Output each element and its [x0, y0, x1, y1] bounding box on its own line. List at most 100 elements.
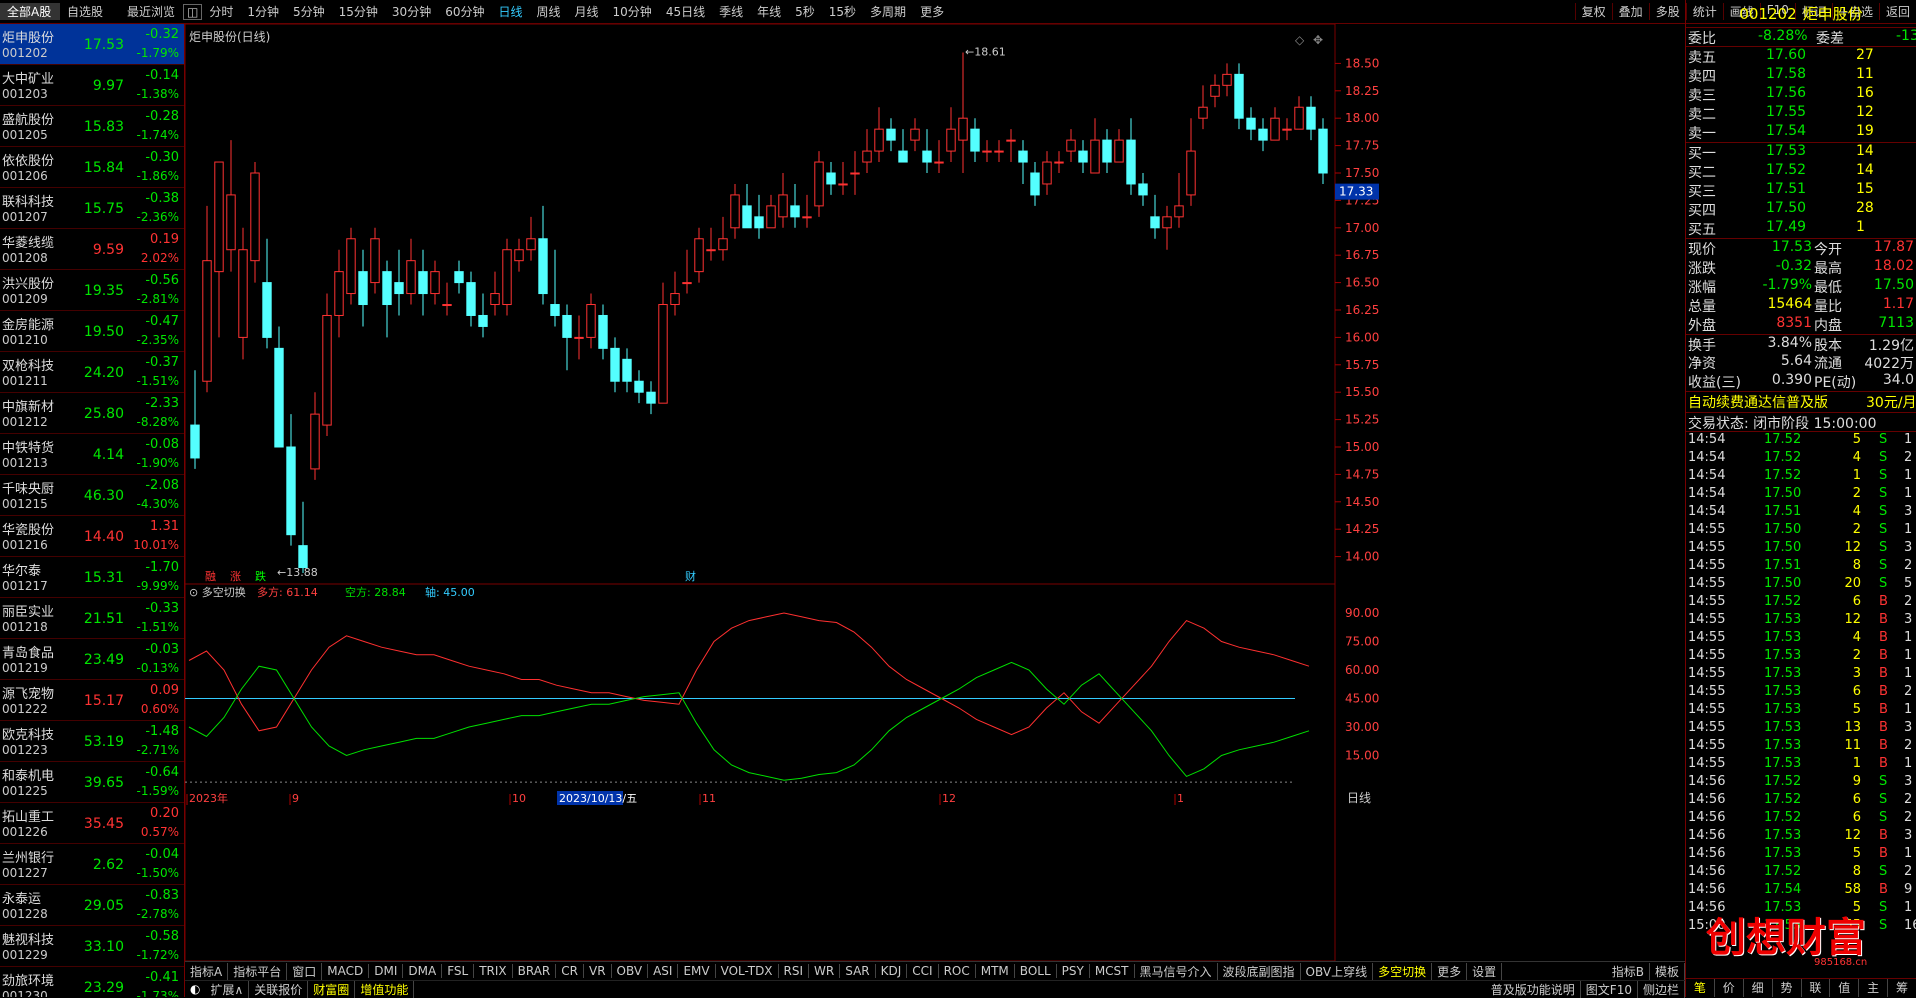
function-right-tab-1[interactable]: 图文F10	[1581, 980, 1638, 998]
toolbar-button-2[interactable]: 多股	[1648, 3, 1686, 20]
function-tab-1[interactable]: 关联报价	[249, 980, 309, 998]
indicator-right-tab-0[interactable]: 指标B	[1607, 962, 1650, 980]
indicator-tab-17[interactable]: SAR	[840, 964, 876, 978]
function-tab-3[interactable]: 增值功能	[355, 980, 415, 998]
indicator-tab-8[interactable]: BRAR	[513, 964, 557, 978]
indicator-tab-1[interactable]: 指标平台	[228, 962, 288, 980]
quote-tab-6[interactable]: 主	[1859, 979, 1889, 997]
function-tab-2[interactable]: 财富圈	[308, 980, 356, 998]
event-mark-1[interactable]: 涨	[230, 570, 241, 583]
period-tab-4[interactable]: 30分钟	[385, 3, 438, 20]
indicator-tab-11[interactable]: OBV	[612, 964, 649, 978]
indicator-tab-25[interactable]: 黑马信号介入	[1135, 962, 1218, 980]
stock-row[interactable]: 盛航股份 001205 15.83 -0.28 -1.74%	[0, 106, 184, 147]
stock-row[interactable]: 丽臣实业 001218 21.51 -0.33 -1.51%	[0, 598, 184, 639]
indicator-tab-30[interactable]: 设置	[1467, 962, 1503, 980]
stock-row[interactable]: 联科科技 001207 15.75 -0.38 -2.36%	[0, 188, 184, 229]
period-tab-5[interactable]: 60分钟	[438, 3, 491, 20]
stock-row[interactable]: 双枪科技 001211 24.20 -0.37 -1.51%	[0, 352, 184, 393]
period-tab-11[interactable]: 季线	[712, 3, 750, 20]
indicator-tab-3[interactable]: MACD	[322, 964, 370, 978]
toolbar-button-1[interactable]: 叠加	[1611, 3, 1649, 20]
tab-recent[interactable]: 最近浏览	[120, 3, 180, 20]
period-tab-6[interactable]: 日线	[491, 3, 529, 20]
stock-row[interactable]: 欧克科技 001223 53.19 -1.48 -2.71%	[0, 721, 184, 762]
chart-settings-icon[interactable]: ◇	[1295, 33, 1305, 47]
function-right-tab-0[interactable]: 普及版功能说明	[1486, 980, 1581, 998]
period-tab-7[interactable]: 周线	[530, 3, 568, 20]
stock-row[interactable]: 和泰机电 001225 39.65 -0.64 -1.59%	[0, 762, 184, 803]
stock-row[interactable]: 华尔泰 001217 15.31 -1.70 -9.99%	[0, 557, 184, 598]
period-tab-9[interactable]: 10分钟	[606, 3, 659, 20]
stock-row[interactable]: 永泰运 001228 29.05 -0.83 -2.78%	[0, 885, 184, 926]
stock-row[interactable]: 依依股份 001206 15.84 -0.30 -1.86%	[0, 147, 184, 188]
tab-all-a-shares[interactable]: 全部A股	[0, 3, 60, 20]
period-tab-12[interactable]: 年线	[750, 3, 788, 20]
indicator-tab-28[interactable]: 多空切换	[1373, 962, 1433, 980]
indicator-tab-4[interactable]: DMI	[369, 964, 404, 978]
indicator-tab-0[interactable]: 指标A	[185, 962, 229, 980]
toggle-switch-icon[interactable]: ◐	[185, 982, 205, 996]
sidebar-toggle-icon[interactable]: ◫	[183, 3, 203, 20]
quote-tab-4[interactable]: 联	[1802, 979, 1831, 997]
quote-tab-5[interactable]: 值	[1830, 979, 1860, 997]
indicator-tab-23[interactable]: PSY	[1057, 964, 1090, 978]
event-mark-3[interactable]: 财	[685, 569, 696, 583]
chart-maximize-icon[interactable]: ✥	[1313, 33, 1323, 47]
stock-row[interactable]: 魅视科技 001229 33.10 -0.58 -1.72%	[0, 926, 184, 967]
indicator-tab-21[interactable]: MTM	[976, 964, 1015, 978]
quote-tab-7[interactable]: 筹	[1888, 979, 1916, 997]
period-tab-1[interactable]: 1分钟	[240, 3, 286, 20]
period-tab-13[interactable]: 5秒	[788, 3, 822, 20]
indicator-tab-9[interactable]: CR	[556, 964, 584, 978]
period-tab-0[interactable]: 分时	[202, 3, 240, 20]
indicator-tab-12[interactable]: ASI	[648, 964, 679, 978]
stock-row[interactable]: 中旗新材 001212 25.80 -2.33 -8.28%	[0, 393, 184, 434]
stock-row[interactable]: 华瓷股份 001216 14.40 1.31 10.01%	[0, 516, 184, 557]
stock-row[interactable]: 青岛食品 001219 23.49 -0.03 -0.13%	[0, 639, 184, 680]
event-mark-0[interactable]: 融	[205, 570, 216, 583]
stock-row[interactable]: 中铁特货 001213 4.14 -0.08 -1.90%	[0, 434, 184, 475]
indicator-right-tab-1[interactable]: 模板	[1650, 962, 1685, 980]
stock-row[interactable]: 金房能源 001210 19.50 -0.47 -2.35%	[0, 311, 184, 352]
indicator-tab-29[interactable]: 更多	[1432, 962, 1468, 980]
stock-row[interactable]: 华菱线缆 001208 9.59 0.19 2.02%	[0, 229, 184, 270]
ad-banner[interactable]: 自动续费通达信普及版 30元/月	[1686, 391, 1916, 412]
indicator-tab-16[interactable]: WR	[809, 964, 841, 978]
stock-row[interactable]: 兰州银行 001227 2.62 -0.04 -1.50%	[0, 844, 184, 885]
indicator-tab-6[interactable]: FSL	[442, 964, 475, 978]
stock-row[interactable]: 千味央厨 001215 46.30 -2.08 -4.30%	[0, 475, 184, 516]
tab-favorites[interactable]: 自选股	[60, 3, 120, 20]
period-tab-15[interactable]: 多周期	[863, 3, 913, 20]
stock-row[interactable]: 源飞宠物 001222 15.17 0.09 0.60%	[0, 680, 184, 721]
period-tab-3[interactable]: 15分钟	[332, 3, 385, 20]
stock-row[interactable]: 炬申股份 001202 17.53 -0.32 -1.79%	[0, 24, 184, 65]
quote-tab-0[interactable]: 笔	[1686, 979, 1715, 997]
indicator-tab-7[interactable]: TRIX	[474, 964, 513, 978]
indicator-tab-13[interactable]: EMV	[678, 964, 716, 978]
indicator-tab-10[interactable]: VR	[584, 964, 612, 978]
indicator-tab-26[interactable]: 波段底副图指	[1218, 962, 1301, 980]
indicator-tab-14[interactable]: VOL-TDX	[716, 964, 779, 978]
indicator-tab-18[interactable]: KDJ	[876, 964, 908, 978]
indicator-tab-19[interactable]: CCI	[907, 964, 939, 978]
indicator-tab-24[interactable]: MCST	[1090, 964, 1135, 978]
kline-chart[interactable]: 炬申股份(日线)18.5018.2518.0017.7517.5017.2517…	[185, 24, 1685, 961]
indicator-tab-2[interactable]: 窗口	[287, 962, 323, 980]
stock-row[interactable]: 洪兴股份 001209 19.35 -0.56 -2.81%	[0, 270, 184, 311]
stock-row[interactable]: 劲旅环境 001230 23.29 -0.41 -1.73%	[0, 967, 184, 997]
indicator-tab-5[interactable]: DMA	[403, 964, 443, 978]
indicator-tab-22[interactable]: BOLL	[1015, 964, 1057, 978]
period-tab-14[interactable]: 15秒	[822, 3, 863, 20]
quote-tab-2[interactable]: 细	[1744, 979, 1773, 997]
function-tab-0[interactable]: 扩展∧	[205, 980, 250, 998]
indicator-tab-20[interactable]: ROC	[939, 964, 976, 978]
period-tab-10[interactable]: 45日线	[659, 3, 712, 20]
function-right-tab-2[interactable]: 侧边栏	[1638, 980, 1685, 998]
toolbar-button-0[interactable]: 复权	[1574, 3, 1612, 20]
period-tab-8[interactable]: 月线	[568, 3, 606, 20]
period-tab-2[interactable]: 5分钟	[286, 3, 332, 20]
quote-tab-3[interactable]: 势	[1773, 979, 1802, 997]
period-tab-16[interactable]: 更多	[913, 3, 951, 20]
indicator-tab-15[interactable]: RSI	[779, 964, 810, 978]
